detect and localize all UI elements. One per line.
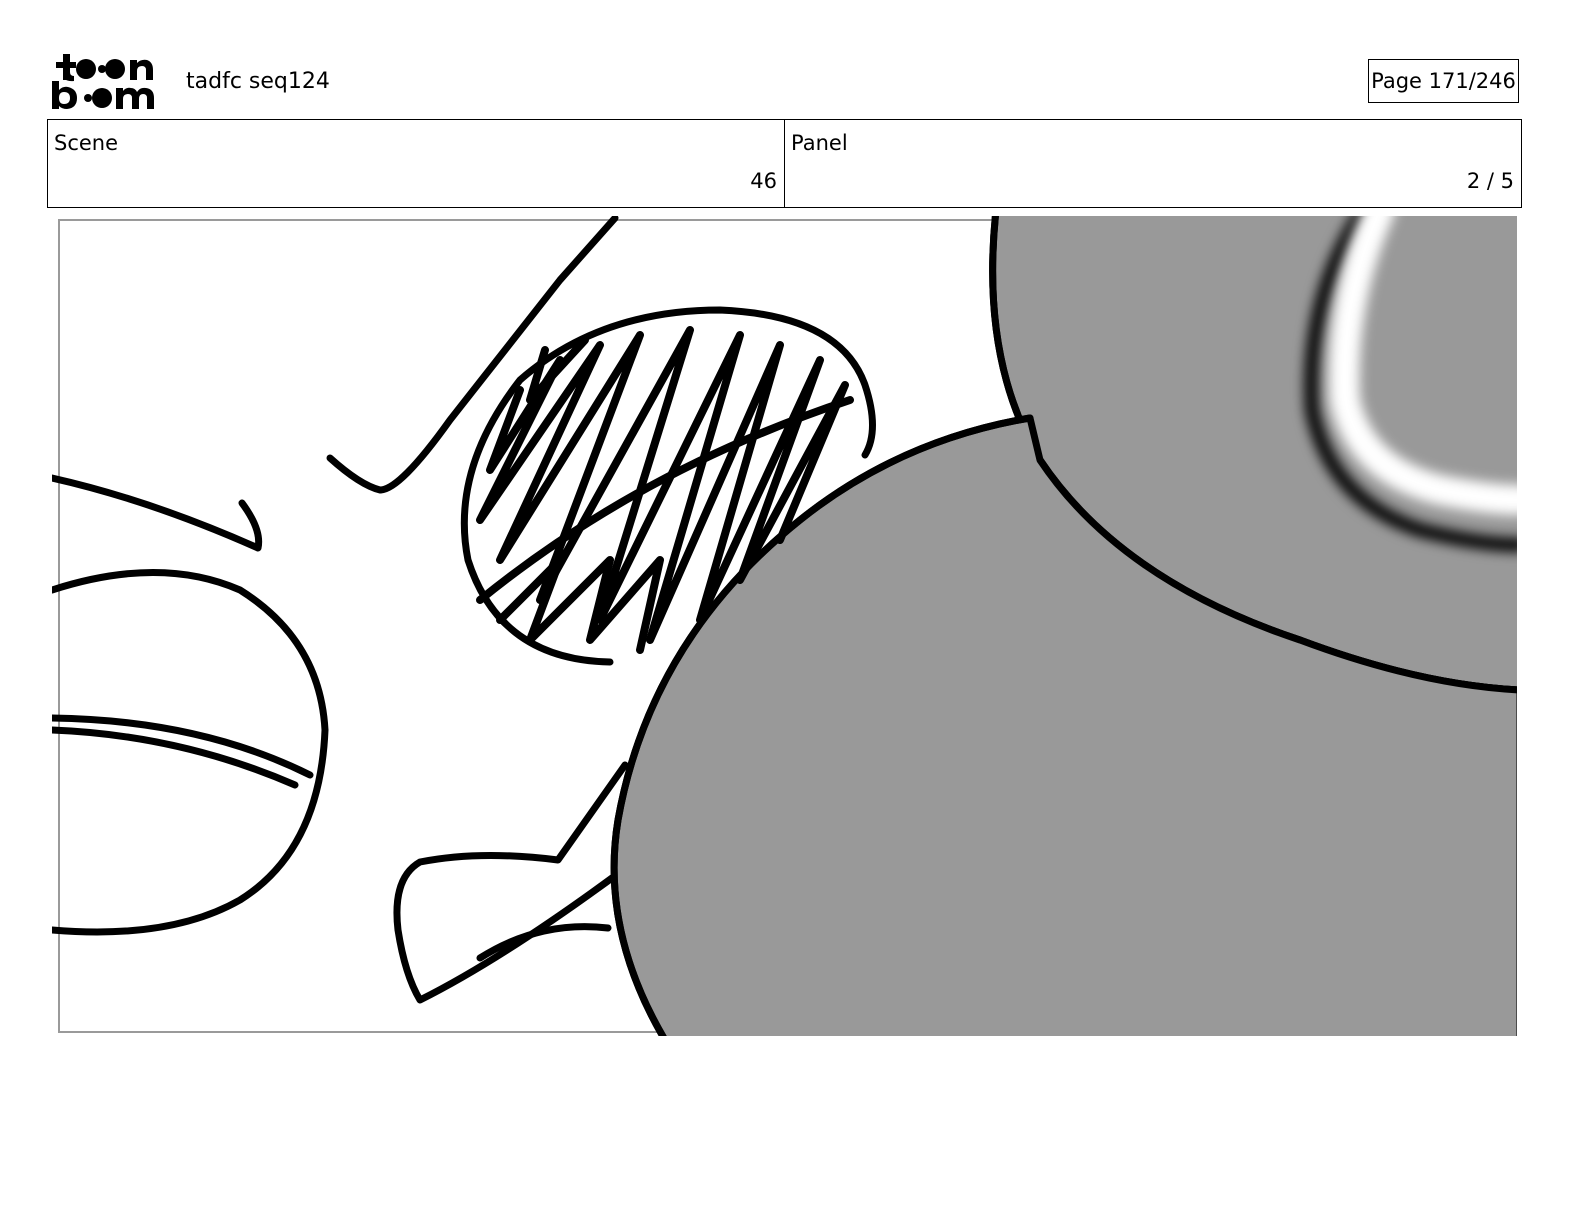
panel-artwork	[52, 216, 1517, 1036]
